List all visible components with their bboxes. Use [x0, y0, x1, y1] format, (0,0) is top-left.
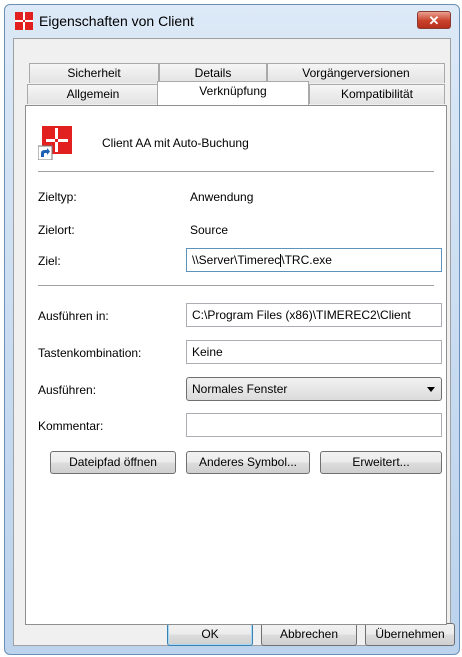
zielort-value: Source — [190, 223, 229, 237]
properties-window: Eigenschaften von Client ✕ Sicherheit De… — [4, 4, 460, 655]
ausfuehren-selected-value: Normales Fenster — [192, 382, 288, 396]
close-icon: ✕ — [428, 13, 440, 28]
ziel-value-start: \\Server\Timerec — [192, 253, 281, 267]
tastenkombination-label: Tastenkombination: — [38, 346, 142, 360]
ausfuehren-label: Ausführen: — [38, 383, 97, 397]
zieltyp-value: Anwendung — [190, 190, 254, 204]
separator — [38, 285, 434, 287]
ziel-label: Ziel: — [38, 254, 61, 268]
separator — [38, 171, 434, 173]
ziel-input[interactable]: \\Server\Timerec\TRC.exe — [186, 248, 442, 272]
ausfuehren-in-label: Ausführen in: — [38, 309, 109, 323]
shortcut-app-icon — [15, 12, 33, 30]
tastenkombination-input[interactable]: Keine — [186, 340, 442, 364]
shortcut-name: Client AA mit Auto-Buchung — [102, 136, 249, 150]
zielort-label: Zielort: — [38, 223, 75, 237]
tab-allgemein[interactable]: Allgemein — [27, 84, 159, 104]
tab-panel-verknuepfung: Client AA mit Auto-Buchung Zieltyp: Anwe… — [25, 105, 447, 625]
title-bar[interactable]: Eigenschaften von Client ✕ — [5, 5, 459, 35]
dateipfad-oeffnen-button[interactable]: Dateipfad öffnen — [50, 451, 176, 474]
tab-kompatibilitaet[interactable]: Kompatibilität — [309, 84, 445, 104]
ziel-value-end: \TRC.exe — [281, 253, 332, 267]
chevron-down-icon — [427, 387, 435, 392]
shortcut-app-icon — [38, 126, 72, 160]
kommentar-input[interactable] — [186, 413, 442, 437]
zieltyp-label: Zieltyp: — [38, 190, 77, 204]
tab-sicherheit[interactable]: Sicherheit — [29, 63, 159, 83]
uebernehmen-button[interactable]: Übernehmen — [365, 623, 455, 646]
abbrechen-button[interactable]: Abbrechen — [261, 623, 357, 646]
kommentar-label: Kommentar: — [38, 419, 104, 433]
erweitert-button[interactable]: Erweitert... — [320, 451, 442, 474]
ok-button[interactable]: OK — [167, 623, 253, 646]
anderes-symbol-button[interactable]: Anderes Symbol... — [186, 451, 310, 474]
tab-details[interactable]: Details — [159, 63, 267, 83]
tab-vorgaengerversionen[interactable]: Vorgängerversionen — [267, 63, 445, 83]
ausfuehren-select[interactable]: Normales Fenster — [186, 377, 442, 401]
tab-verknuepfung[interactable]: Verknüpfung — [157, 81, 309, 105]
ausfuehren-in-input[interactable]: C:\Program Files (x86)\TIMEREC2\Client — [186, 303, 442, 327]
window-title: Eigenschaften von Client — [39, 13, 194, 29]
close-button[interactable]: ✕ — [417, 11, 451, 29]
